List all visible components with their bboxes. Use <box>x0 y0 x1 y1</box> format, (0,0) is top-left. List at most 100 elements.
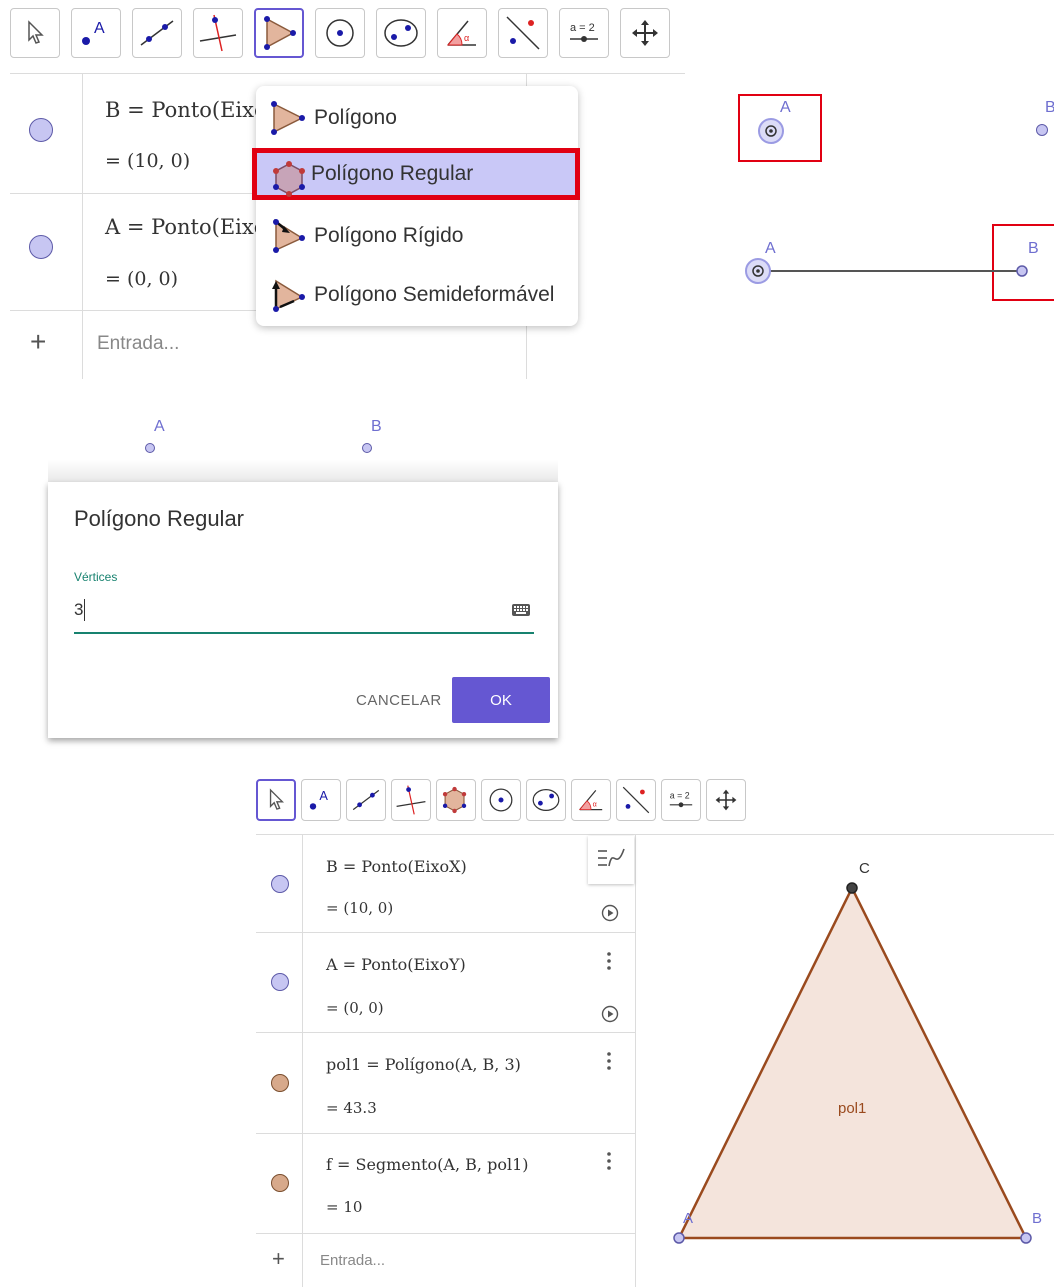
cancel-button[interactable]: CANCELAR <box>356 692 442 709</box>
menu-item-label: Polígono Regular <box>311 162 474 185</box>
tool-perpendicular[interactable] <box>193 8 243 58</box>
point-a2-label: A <box>765 240 776 257</box>
algebra-expr-b[interactable]: B = Ponto(EixoX) <box>326 857 467 876</box>
visibility-toggle-b[interactable] <box>271 875 289 893</box>
tool-move-graphics[interactable] <box>706 779 746 821</box>
ok-button[interactable]: OK <box>452 677 550 723</box>
polygon-tool-menu: Polígono Polígono Regular Polígono Rígid… <box>252 86 580 326</box>
algebra-expr-b[interactable]: B = Ponto(Eixo <box>105 98 267 122</box>
tool-ellipse[interactable] <box>526 779 566 821</box>
vertex-a[interactable] <box>673 1232 685 1244</box>
point-b2-label: B <box>1028 240 1039 257</box>
polygon-icon <box>271 101 305 135</box>
visibility-toggle-b[interactable] <box>29 118 53 142</box>
semideformable-polygon-icon <box>272 279 305 312</box>
keyboard-icon[interactable] <box>511 602 531 618</box>
algebra-value-b: = (10, 0) <box>326 899 394 917</box>
menu-item-rigid-polygon[interactable]: Polígono Rígido <box>256 210 578 262</box>
algebra-marker-column-divider <box>302 835 303 1287</box>
vertex-b[interactable] <box>1020 1232 1032 1244</box>
algebra-expr-f[interactable]: f = Segmento(A, B, pol1) <box>326 1155 529 1174</box>
visibility-toggle-a[interactable] <box>271 973 289 991</box>
menu-item-label: Polígono <box>314 106 397 129</box>
play-animation-icon[interactable] <box>601 1005 619 1023</box>
point-tool-icon: A <box>309 788 328 810</box>
toolbar-divider <box>10 73 685 74</box>
menu-item-semideformable-polygon[interactable]: Polígono Semideformável <box>256 269 578 321</box>
tool-point[interactable]: A <box>301 779 341 821</box>
text-caret <box>84 599 85 621</box>
tool-circle[interactable] <box>315 8 365 58</box>
polygon-pol1[interactable] <box>676 885 1029 1240</box>
tool-move-active[interactable] <box>256 779 296 821</box>
tool-line[interactable] <box>346 779 386 821</box>
segment-ab-preview[interactable] <box>742 255 1042 287</box>
tool-polygon[interactable] <box>254 8 304 58</box>
point-b[interactable] <box>1036 124 1048 136</box>
svg-text:α: α <box>593 799 597 808</box>
tool-angle[interactable]: α <box>437 8 487 58</box>
move-graphics-tool-icon <box>715 789 737 811</box>
line-tool-icon <box>140 20 174 46</box>
tool-move-graphics[interactable] <box>620 8 670 58</box>
algebra-value-a: = (0, 0) <box>105 268 179 290</box>
cursor-arrow-icon <box>269 788 285 810</box>
svg-text:a = 2: a = 2 <box>670 790 690 800</box>
algebra-style-button[interactable] <box>588 836 634 884</box>
algebra-value-a: = (0, 0) <box>326 999 384 1017</box>
visibility-toggle-a[interactable] <box>29 235 53 259</box>
visibility-toggle-f[interactable] <box>271 1174 289 1192</box>
ellipse-tool-icon <box>384 19 418 47</box>
vertices-input[interactable]: 3 <box>74 594 534 634</box>
tool-slider[interactable]: a = 2 <box>559 8 609 58</box>
dialog-bg-point-a <box>145 443 155 453</box>
slider-tool-icon: a = 2 <box>670 790 693 808</box>
algebra-expr-a[interactable]: A = Ponto(EixoY) <box>326 955 466 974</box>
polygon-tool-icon <box>264 16 296 50</box>
algebra-row-divider <box>256 1233 635 1234</box>
tool-ellipse[interactable] <box>376 8 426 58</box>
graphics-view[interactable] <box>636 835 1054 1287</box>
menu-item-label: Polígono Rígido <box>314 224 464 247</box>
point-a-selected[interactable] <box>756 114 786 146</box>
vertices-input-value: 3 <box>74 600 84 619</box>
algebra-expr-pol1[interactable]: pol1 = Polígono(A, B, 3) <box>326 1055 521 1074</box>
tool-perpendicular[interactable] <box>391 779 431 821</box>
algebra-value-pol1: = 43.3 <box>326 1099 377 1117</box>
add-item-icon[interactable]: + <box>30 326 46 358</box>
more-options-icon[interactable] <box>604 1051 614 1073</box>
svg-text:a = 2: a = 2 <box>570 22 595 34</box>
algebra-value-b: = (10, 0) <box>105 150 191 172</box>
algebra-style-icon <box>598 848 625 867</box>
line-tool-icon <box>352 789 380 811</box>
algebra-input[interactable]: Entrada... <box>97 333 179 355</box>
circle-tool-icon <box>489 788 513 812</box>
algebra-value-f: = 10 <box>326 1198 363 1216</box>
tool-circle[interactable] <box>481 779 521 821</box>
vertex-b-label: B <box>1032 1210 1043 1227</box>
algebra-marker-column-divider <box>82 74 83 379</box>
algebra-expr-a[interactable]: A = Ponto(Eixo <box>105 215 266 239</box>
tool-regular-polygon[interactable] <box>436 779 476 821</box>
circle-tool-icon <box>326 19 354 47</box>
play-animation-icon[interactable] <box>601 904 619 922</box>
tool-move[interactable] <box>10 8 60 58</box>
add-item-icon[interactable]: + <box>272 1246 285 1272</box>
tool-line[interactable] <box>132 8 182 58</box>
tool-angle[interactable]: α <box>571 779 611 821</box>
tool-reflect[interactable] <box>616 779 656 821</box>
vertex-c[interactable] <box>846 882 858 894</box>
angle-tool-icon: α <box>578 790 603 811</box>
tool-reflect[interactable] <box>498 8 548 58</box>
visibility-toggle-pol1[interactable] <box>271 1074 289 1092</box>
menu-item-label: Polígono Semideformável <box>314 283 555 306</box>
point-tool-icon: A <box>82 20 105 45</box>
more-options-icon[interactable] <box>604 951 614 973</box>
more-options-icon[interactable] <box>604 1151 614 1173</box>
algebra-input[interactable]: Entrada... <box>320 1252 385 1269</box>
tool-point[interactable]: A <box>71 8 121 58</box>
tool-slider[interactable]: a = 2 <box>661 779 701 821</box>
menu-item-regular-polygon[interactable]: Polígono Regular <box>252 148 580 200</box>
menu-item-polygon[interactable]: Polígono <box>256 92 578 144</box>
perpendicular-line-tool-icon <box>396 785 426 815</box>
